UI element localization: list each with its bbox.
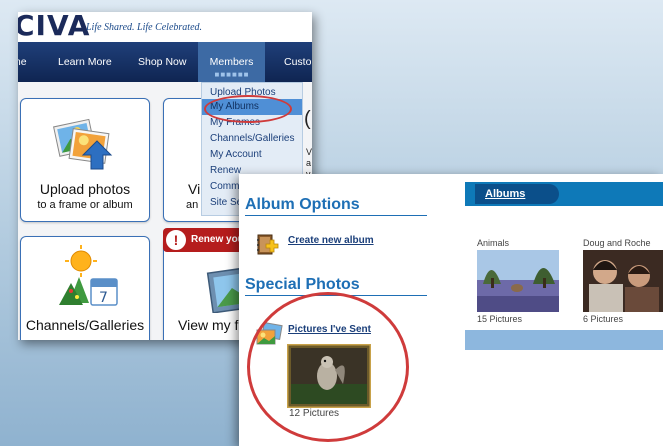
albums-tab[interactable]: Albums bbox=[475, 184, 559, 204]
albums-grid: Animals 15 Pictures Doug and Roche 6 Pic… bbox=[465, 206, 663, 330]
tile-upload-title: Upload photos bbox=[39, 181, 131, 197]
logo-tagline: Life Shared. Life Celebrated. bbox=[86, 22, 203, 33]
menu-item-community[interactable]: Comm bbox=[210, 181, 239, 192]
tile-channels-galleries[interactable]: 7 Channels/Galleries bbox=[20, 236, 150, 340]
album-count-animals: 15 Pictures bbox=[477, 314, 523, 324]
alert-icon: ! bbox=[165, 229, 187, 251]
svg-text:7: 7 bbox=[99, 290, 108, 306]
renew-banner-text: Renew you bbox=[191, 234, 244, 245]
tile-channels-title: Channels/Galleries bbox=[25, 317, 145, 333]
albums-tab-label: Albums bbox=[485, 188, 526, 200]
nav-learn-more[interactable]: Learn More bbox=[58, 56, 112, 68]
menu-item-channels-galleries[interactable]: Channels/Galleries bbox=[210, 133, 295, 144]
nav-members[interactable]: Members ■■■■■■ bbox=[198, 42, 265, 82]
heading-divider bbox=[245, 215, 427, 216]
albums-page-screenshot: Album Options Create new album Special P… bbox=[239, 174, 663, 446]
cut-off-heading: ( bbox=[304, 108, 311, 130]
albums-lower-area bbox=[465, 350, 663, 446]
channels-galleries-icon: 7 bbox=[59, 245, 118, 306]
nav-members-label: Members bbox=[209, 56, 254, 68]
albums-footer-bar bbox=[465, 330, 663, 350]
callout-circle-pictures-sent bbox=[247, 292, 409, 442]
album-count-doug-roche: 6 Pictures bbox=[583, 314, 624, 324]
create-album-icon bbox=[257, 234, 279, 255]
upload-photos-icon bbox=[53, 118, 113, 170]
callout-circle-my-albums bbox=[204, 95, 292, 123]
menu-item-renew[interactable]: Renew bbox=[210, 165, 241, 176]
special-photos-heading: Special Photos bbox=[245, 276, 360, 293]
main-navbar: me Learn More Shop Now Members ■■■■■■ Cu… bbox=[18, 42, 312, 82]
cut-off-line: V bbox=[306, 147, 312, 157]
nav-members-indicator: ■■■■■■ bbox=[214, 70, 250, 79]
logo[interactable]: CIVA bbox=[18, 12, 90, 42]
nav-customer[interactable]: Custo bbox=[284, 56, 311, 68]
album-thumbnail-animals[interactable] bbox=[477, 250, 559, 312]
album-thumbnail-doug-roche[interactable] bbox=[583, 250, 663, 312]
logo-bar: CIVA Life Shared. Life Celebrated. bbox=[18, 12, 312, 42]
albums-panel: Albums Animals 15 Pictures Doug and Roch… bbox=[465, 174, 663, 446]
menu-item-site-settings[interactable]: Site Se bbox=[210, 197, 242, 208]
cut-off-line: a bbox=[306, 158, 312, 168]
album-name-doug-roche: Doug and Roche bbox=[583, 238, 651, 248]
menu-item-my-account[interactable]: My Account bbox=[210, 149, 262, 160]
nav-shop-now[interactable]: Shop Now bbox=[138, 56, 186, 68]
album-options-heading: Album Options bbox=[245, 196, 360, 213]
create-new-album-link[interactable]: Create new album bbox=[288, 235, 374, 246]
tile-upload-photos[interactable]: Upload photos to a frame or album bbox=[20, 98, 150, 222]
album-name-animals: Animals bbox=[477, 238, 510, 248]
nav-home[interactable]: me bbox=[18, 56, 27, 68]
tile-upload-subtitle: to a frame or album bbox=[37, 199, 133, 211]
